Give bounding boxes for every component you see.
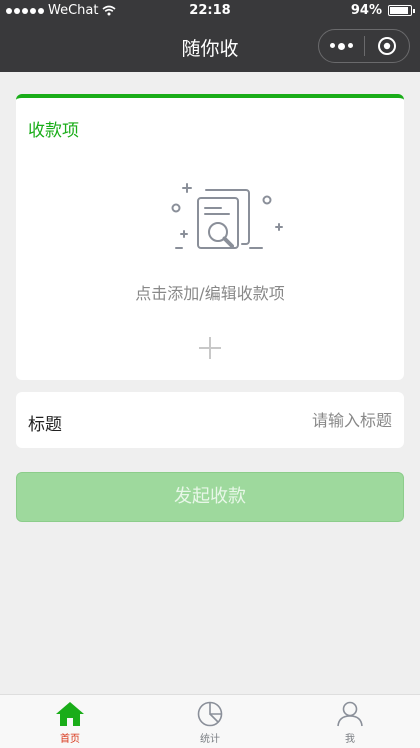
status-right: 94% <box>350 3 415 18</box>
more-dots-icon[interactable] <box>319 42 364 50</box>
add-items-hint[interactable]: 点击添加/编辑收款项 <box>16 280 404 304</box>
title-field-row: 标题 <box>16 392 404 448</box>
menu-capsule <box>318 29 410 63</box>
tab-label: 首页 <box>60 734 80 745</box>
tab-me[interactable]: 我 <box>280 695 420 748</box>
start-collection-button[interactable]: 发起收款 <box>16 472 404 522</box>
close-button[interactable] <box>365 36 410 56</box>
tab-statistics[interactable]: 统计 <box>140 695 280 748</box>
home-icon <box>56 702 84 726</box>
payment-items-card[interactable]: 收款项 点击添加/编辑收款项 <box>16 94 404 380</box>
tab-label: 统计 <box>200 734 220 745</box>
user-icon <box>337 701 363 727</box>
battery-percent: 94% <box>350 3 382 18</box>
navigation-bar: 随你收 <box>0 22 420 72</box>
target-circle-icon <box>377 37 396 55</box>
tab-label: 我 <box>345 734 355 745</box>
document-search-icon <box>171 183 283 249</box>
card-title: 收款项 <box>28 121 79 141</box>
status-bar: WeChat 22:18 94% <box>0 0 420 22</box>
tab-home[interactable]: 首页 <box>0 695 140 748</box>
title-label: 标题 <box>28 415 62 435</box>
battery-icon <box>388 5 415 16</box>
pie-chart-icon <box>197 701 223 727</box>
plus-icon[interactable] <box>198 336 222 360</box>
title-input[interactable] <box>192 406 392 434</box>
tab-bar: 首页 统计 我 <box>0 694 420 748</box>
